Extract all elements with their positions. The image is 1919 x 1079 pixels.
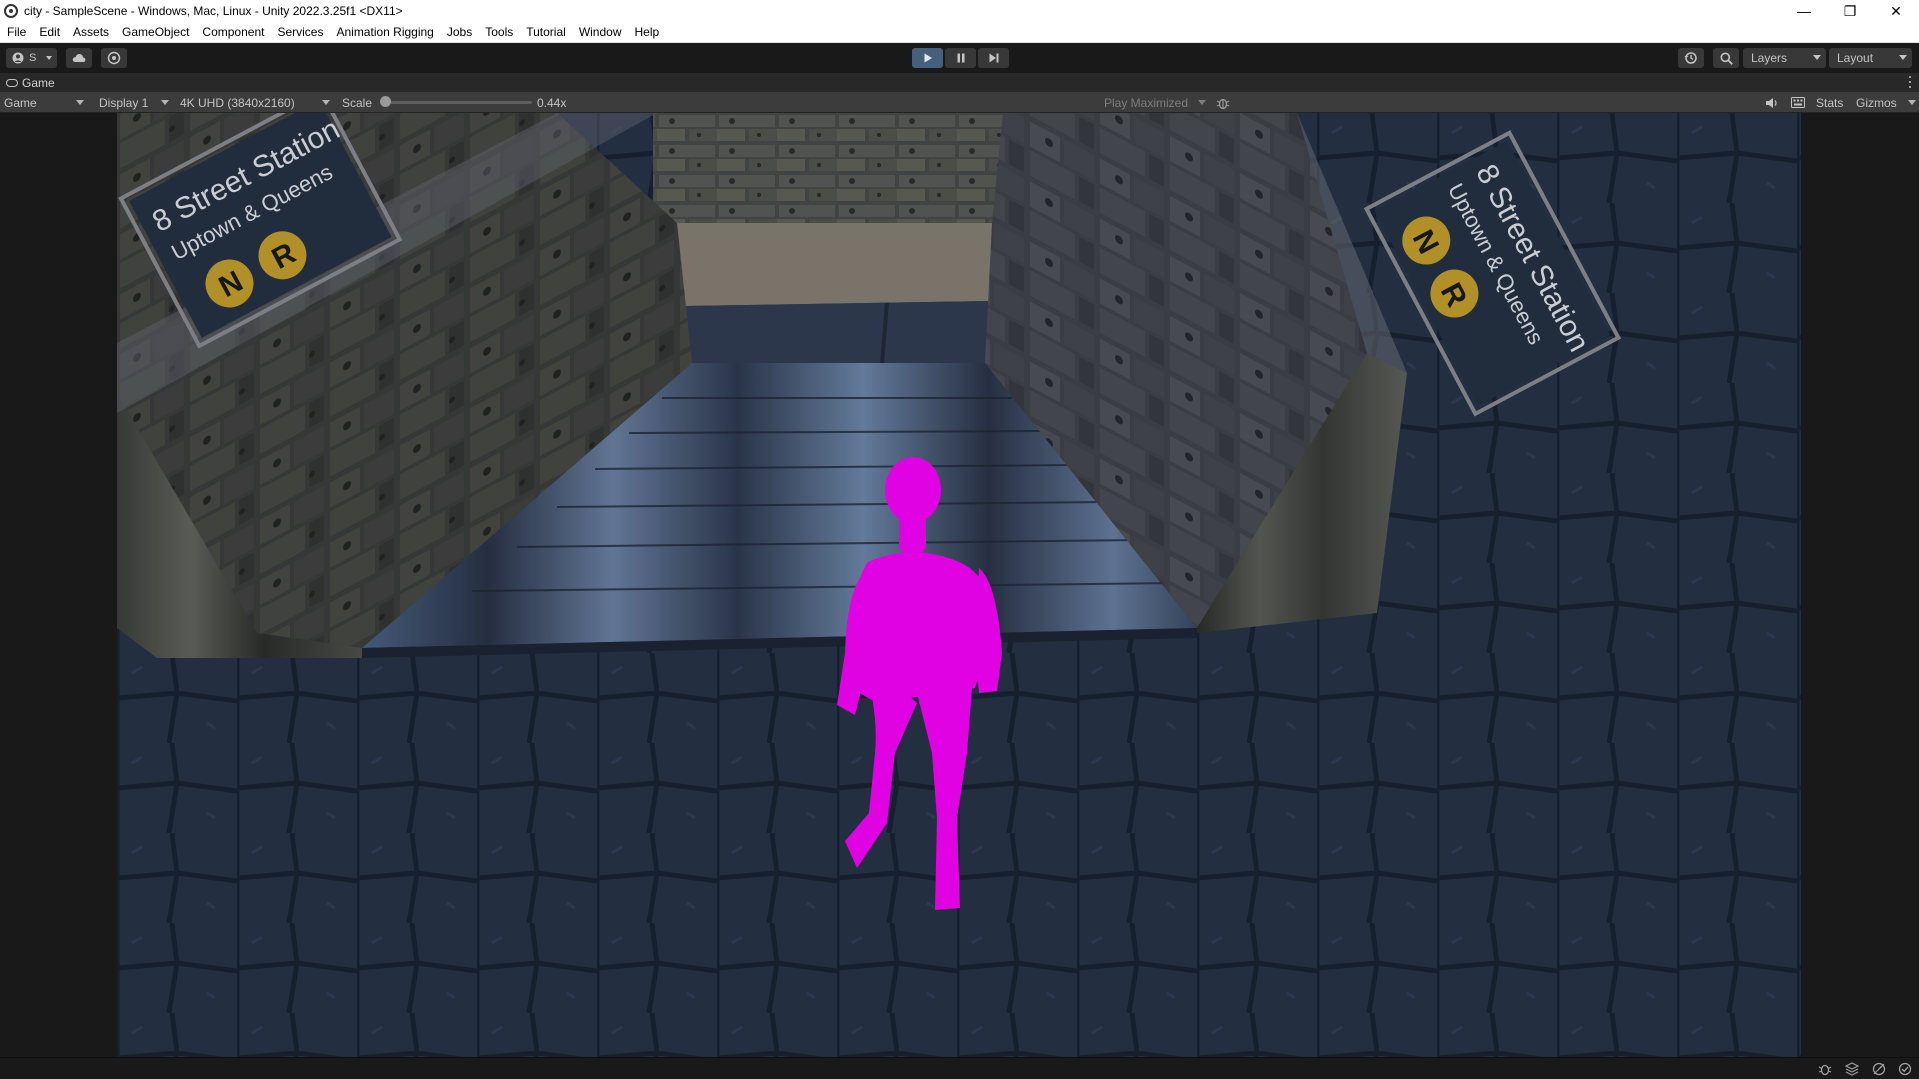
game-viewport[interactable]: 8 Street Station Uptown & Queens N R 8 S… xyxy=(117,113,1801,1057)
collab-button[interactable] xyxy=(101,48,127,68)
stats-button[interactable]: Stats xyxy=(1816,92,1843,113)
search-icon xyxy=(1720,52,1733,65)
account-button[interactable]: S xyxy=(6,48,57,68)
menu-tutorial[interactable]: Tutorial xyxy=(519,25,572,39)
chevron-down-icon xyxy=(161,100,169,105)
stack-icon xyxy=(1844,1062,1860,1076)
cloud-icon xyxy=(72,54,86,62)
layers-label: Layers xyxy=(1751,51,1788,65)
scale-label: Scale xyxy=(342,95,373,110)
performance-button[interactable] xyxy=(1872,1062,1886,1076)
scene-render: 8 Street Station Uptown & Queens N R 8 S… xyxy=(117,113,1801,1057)
chevron-down-icon xyxy=(46,56,52,60)
menu-animation-rigging[interactable]: Animation Rigging xyxy=(329,25,439,39)
status-bar xyxy=(0,1057,1919,1079)
window-title-bar: city - SampleScene - Windows, Mac, Linux… xyxy=(0,0,1919,22)
window-title: city - SampleScene - Windows, Mac, Linux… xyxy=(24,4,403,18)
step-button[interactable] xyxy=(978,48,1009,68)
bug-icon xyxy=(1818,1064,1832,1076)
kebab-dot-icon xyxy=(1909,76,1911,78)
chevron-down-icon xyxy=(1813,55,1821,60)
menu-component[interactable]: Component xyxy=(195,25,270,39)
scale-value: 0.44x xyxy=(537,95,567,110)
mute-audio-button[interactable] xyxy=(1764,95,1780,110)
gizmos-label: Gizmos xyxy=(1856,95,1897,110)
kebab-dot-icon xyxy=(1909,81,1911,83)
layers-dropdown[interactable]: Layers xyxy=(1743,48,1826,68)
tab-menu-button[interactable] xyxy=(1905,76,1915,88)
layout-label: Layout xyxy=(1837,51,1874,65)
search-button[interactable] xyxy=(1713,48,1739,68)
scale-slider-thumb[interactable] xyxy=(380,96,391,107)
layout-dropdown[interactable]: Layout xyxy=(1829,48,1912,68)
view-mode-label: Game xyxy=(4,95,37,110)
tab-game[interactable]: Game xyxy=(0,73,63,92)
game-view-toolbar: Game Display 1 4K UHD (3840x2160) Scale … xyxy=(0,92,1919,113)
kebab-dot-icon xyxy=(1909,86,1911,88)
gauge-icon xyxy=(1872,1062,1886,1076)
close-button[interactable]: ✕ xyxy=(1873,0,1919,22)
main-toolbar: S Layers Layout xyxy=(0,43,1919,73)
view-mode-dropdown[interactable]: Game xyxy=(0,92,88,113)
chevron-down-icon xyxy=(322,100,330,105)
history-icon xyxy=(1684,52,1697,64)
resolution-label: 4K UHD (3840x2160) xyxy=(180,95,295,110)
step-icon xyxy=(989,53,998,63)
play-mode-dropdown[interactable]: Play Maximized xyxy=(1100,92,1210,113)
menu-help[interactable]: Help xyxy=(628,25,666,39)
display-label: Display 1 xyxy=(99,95,149,110)
keyboard-icon xyxy=(1791,97,1805,108)
collab-icon xyxy=(107,51,121,65)
layers-status-button[interactable] xyxy=(1844,1062,1860,1076)
chevron-down-icon xyxy=(1899,55,1907,60)
pause-icon xyxy=(957,53,964,63)
resolution-dropdown[interactable]: 4K UHD (3840x2160) xyxy=(176,92,334,113)
play-icon xyxy=(924,53,932,63)
menu-services[interactable]: Services xyxy=(270,25,329,39)
game-tab-bar: Game xyxy=(0,73,1919,92)
play-button[interactable] xyxy=(912,48,943,68)
menu-gameobject[interactable]: GameObject xyxy=(115,25,195,39)
menu-window[interactable]: Window xyxy=(572,25,628,39)
account-icon xyxy=(12,52,24,64)
play-mode-label: Play Maximized xyxy=(1104,95,1189,110)
menu-file[interactable]: File xyxy=(0,25,32,39)
maximize-button[interactable]: ❐ xyxy=(1827,0,1873,22)
menu-edit[interactable]: Edit xyxy=(32,25,66,39)
menu-jobs[interactable]: Jobs xyxy=(440,25,478,39)
check-circle-icon xyxy=(1898,1062,1912,1076)
minimize-button[interactable]: — xyxy=(1781,0,1827,22)
frame-debugger-button[interactable] xyxy=(1215,95,1231,110)
display-dropdown[interactable]: Display 1 xyxy=(95,92,173,113)
menu-tools[interactable]: Tools xyxy=(478,25,519,39)
cloud-button[interactable] xyxy=(66,48,92,68)
gamepad-icon xyxy=(6,78,18,87)
speaker-icon xyxy=(1766,97,1777,108)
bug-icon xyxy=(1216,98,1230,109)
progress-button[interactable] xyxy=(1898,1062,1912,1076)
undo-history-button[interactable] xyxy=(1678,48,1704,68)
scale-slider-track[interactable] xyxy=(382,101,532,104)
account-label: S xyxy=(29,52,37,64)
debug-mode-button[interactable] xyxy=(1818,1062,1832,1076)
chevron-down-icon xyxy=(1198,100,1206,105)
chevron-down-icon xyxy=(1908,100,1916,105)
tab-game-label: Game xyxy=(22,75,55,90)
menu-bar: File Edit Assets GameObject Component Se… xyxy=(0,22,1919,43)
unity-logo-icon xyxy=(4,4,18,18)
menu-assets[interactable]: Assets xyxy=(66,25,115,39)
chevron-down-icon xyxy=(76,100,84,105)
pause-button[interactable] xyxy=(945,48,976,68)
gizmos-dropdown[interactable]: Gizmos xyxy=(1852,92,1916,113)
shortcuts-button[interactable] xyxy=(1790,95,1806,110)
